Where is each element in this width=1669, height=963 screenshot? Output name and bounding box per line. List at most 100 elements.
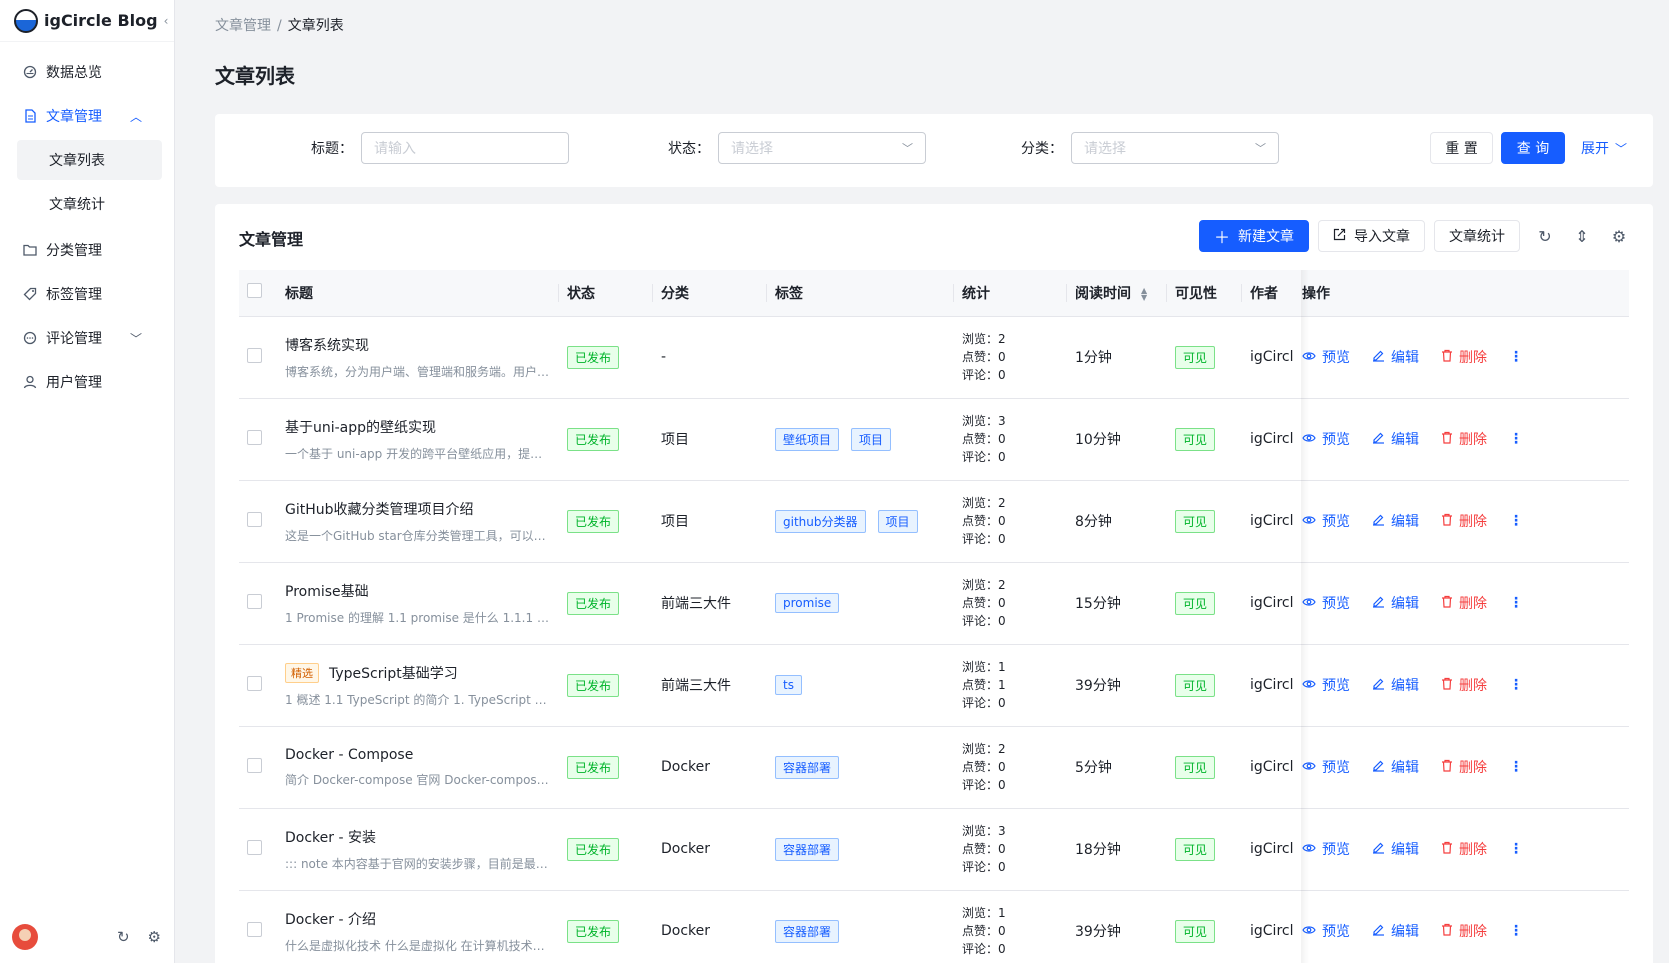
more-icon[interactable]: ⋮ (1509, 841, 1523, 857)
column-title-label: 标题 (285, 285, 313, 302)
avatar[interactable] (12, 924, 38, 950)
row-checkbox[interactable] (247, 839, 262, 855)
refresh-icon[interactable]: ↻ (117, 928, 130, 946)
breadcrumb: 文章管理 / 文章列表 (215, 15, 344, 35)
more-icon[interactable]: ⋮ (1509, 431, 1523, 447)
comments-count: 评论：0 (962, 942, 1006, 956)
article-title[interactable]: 博客系统实现 (285, 335, 369, 355)
category-cell: Docker (653, 726, 767, 809)
sidebar-subitem-article-stats[interactable]: 文章统计 (17, 184, 162, 224)
import-article-button[interactable]: 导入文章 (1318, 220, 1425, 252)
delete-button[interactable]: 删除 (1441, 511, 1487, 531)
row-checkbox[interactable] (247, 757, 262, 773)
delete-button[interactable]: 删除 (1441, 757, 1487, 777)
status-badge: 已发布 (567, 837, 620, 861)
preview-button[interactable]: 预览 (1302, 593, 1350, 613)
article-title[interactable]: TypeScript基础学习 (329, 663, 458, 683)
likes-count: 点赞：0 (962, 924, 1006, 938)
table-header-row: 标题 状态 分类 标签 统计 阅读时间 ▲ ▼ 可见性 作者 操作 (239, 270, 1629, 317)
select-all-checkbox[interactable] (247, 283, 262, 299)
sidebar-item-articles[interactable]: 文章管理 ︿ (0, 94, 174, 138)
article-title[interactable]: Docker - Compose (285, 747, 413, 763)
title-input[interactable]: 请输入 (361, 132, 569, 164)
article-title[interactable]: GitHub收藏分类管理项目介绍 (285, 499, 474, 519)
views-count: 浏览：2 (962, 332, 1006, 346)
preview-button[interactable]: 预览 (1302, 511, 1350, 531)
article-stats-button[interactable]: 文章统计 (1434, 220, 1520, 252)
preview-button[interactable]: 预览 (1302, 675, 1350, 695)
more-icon[interactable]: ⋮ (1509, 923, 1523, 939)
article-title-line: 博客系统实现 (285, 335, 551, 355)
delete-button[interactable]: 删除 (1441, 429, 1487, 449)
delete-button[interactable]: 删除 (1441, 347, 1487, 367)
sidebar-item-tags[interactable]: 标签管理 (0, 272, 174, 316)
collapse-sidebar-icon[interactable]: ‹ (157, 10, 175, 32)
article-title[interactable]: 基于uni-app的壁纸实现 (285, 417, 436, 437)
density-icon[interactable]: ⇕ (1570, 224, 1594, 248)
edit-button[interactable]: 编辑 (1372, 593, 1419, 613)
edit-button[interactable]: 编辑 (1372, 511, 1419, 531)
preview-button[interactable]: 预览 (1302, 839, 1350, 859)
more-icon[interactable]: ⋮ (1509, 677, 1523, 693)
logo[interactable]: igCircle Blog ‹ (0, 0, 174, 42)
author-cell: igCircle (1242, 644, 1294, 727)
preview-button[interactable]: 预览 (1302, 429, 1350, 449)
row-checkbox[interactable] (247, 675, 262, 691)
more-icon[interactable]: ⋮ (1509, 513, 1523, 529)
article-title[interactable]: Docker - 安装 (285, 827, 376, 847)
row-checkbox[interactable] (247, 511, 262, 527)
row-checkbox[interactable] (247, 593, 262, 609)
row-checkbox[interactable] (247, 347, 262, 363)
edit-button[interactable]: 编辑 (1372, 429, 1419, 449)
row-checkbox[interactable] (247, 921, 262, 937)
sidebar-item-users[interactable]: 用户管理 (0, 360, 174, 404)
delete-button[interactable]: 删除 (1441, 839, 1487, 859)
breadcrumb-separator: / (277, 18, 282, 34)
row-checkbox[interactable] (247, 429, 262, 445)
edit-button[interactable]: 编辑 (1372, 347, 1419, 367)
actions-cell: 预览 编辑 删除 ⋮ (1294, 398, 1629, 481)
expand-button[interactable]: 展开 ﹀ (1573, 132, 1631, 164)
delete-button[interactable]: 删除 (1441, 921, 1487, 941)
delete-button[interactable]: 删除 (1441, 593, 1487, 613)
more-icon[interactable]: ⋮ (1509, 595, 1523, 611)
edit-button[interactable]: 编辑 (1372, 839, 1419, 859)
sidebar-menu: 数据总览 文章管理 ︿ 文章列表 文章统计 分类管理 标签管理 评论管理 ﹀ 用… (0, 42, 174, 404)
column-header-read-time[interactable]: 阅读时间 ▲ ▼ (1067, 270, 1167, 317)
edit-button[interactable]: 编辑 (1372, 921, 1419, 941)
sidebar-item-label: 标签管理 (46, 287, 102, 303)
select-all-cell (239, 270, 277, 317)
preview-button[interactable]: 预览 (1302, 921, 1350, 941)
breadcrumb-parent[interactable]: 文章管理 (215, 18, 271, 34)
sidebar-item-dashboard[interactable]: 数据总览 (0, 50, 174, 94)
row-select-cell (239, 398, 277, 481)
sort-icon[interactable]: ▲ ▼ (1141, 286, 1147, 301)
preview-button[interactable]: 预览 (1302, 347, 1350, 367)
article-title[interactable]: Docker - 介绍 (285, 909, 376, 929)
delete-button[interactable]: 删除 (1441, 675, 1487, 695)
refresh-icon[interactable]: ↻ (1533, 224, 1557, 248)
sidebar-item-comments[interactable]: 评论管理 ﹀ (0, 316, 174, 360)
pencil-icon (1372, 595, 1385, 612)
category-label: 分类： (1021, 141, 1063, 157)
read-time-cell: 5分钟 (1067, 726, 1167, 809)
gear-icon[interactable]: ⚙ (1607, 224, 1631, 248)
new-article-button[interactable]: ＋ 新建文章 (1198, 220, 1309, 252)
preview-button[interactable]: 预览 (1302, 757, 1350, 777)
edit-button[interactable]: 编辑 (1372, 757, 1419, 777)
tag-badge: ts (775, 675, 802, 695)
sidebar-item-categories[interactable]: 分类管理 (0, 228, 174, 272)
sidebar-subitem-article-list[interactable]: 文章列表 (17, 140, 162, 180)
edit-button[interactable]: 编辑 (1372, 675, 1419, 695)
query-button[interactable]: 查 询 (1500, 132, 1565, 164)
article-title[interactable]: Promise基础 (285, 581, 369, 601)
more-icon[interactable]: ⋮ (1509, 759, 1523, 775)
gear-icon[interactable]: ⚙ (148, 928, 161, 946)
reset-button[interactable]: 重 置 (1429, 132, 1493, 164)
tags-cell (767, 316, 954, 399)
status-select[interactable]: 请选择 ﹀ (718, 132, 926, 164)
category-select[interactable]: 请选择 ﹀ (1071, 132, 1279, 164)
actions-cell: 预览 编辑 删除 ⋮ (1294, 480, 1629, 563)
import-icon (1333, 228, 1346, 245)
more-icon[interactable]: ⋮ (1509, 349, 1523, 365)
